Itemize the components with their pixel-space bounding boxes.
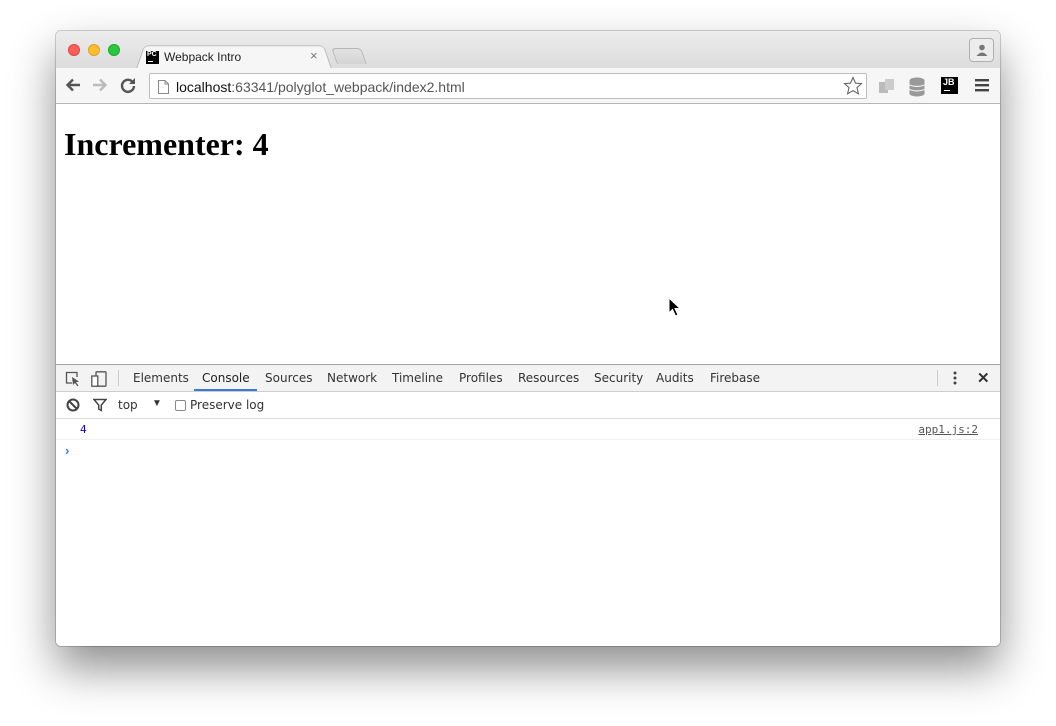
forward-button[interactable]: [91, 76, 111, 96]
arrow-left-icon: [65, 78, 80, 92]
console-message: 4 app1.js:2: [56, 420, 1000, 440]
jetbrains-icon: JB: [941, 77, 958, 94]
clear-console-icon[interactable]: [66, 398, 80, 412]
url-text[interactable]: localhost:63341/polyglot_webpack/index2.…: [176, 79, 465, 95]
preserve-log-checkbox[interactable]: [175, 400, 186, 411]
divider: [937, 370, 938, 386]
tab-security[interactable]: Security: [594, 371, 643, 385]
devtools-panel: Elements Console Sources Network Timelin…: [56, 364, 1000, 646]
active-tab-indicator: [194, 389, 257, 391]
tab-timeline[interactable]: Timeline: [392, 371, 443, 385]
close-window-button[interactable]: [68, 44, 80, 56]
browser-window: PC Webpack Intro × localhost:63341/polyg…: [56, 31, 1000, 646]
browser-tab-content[interactable]: PC Webpack Intro ×: [146, 47, 326, 67]
console-message-value: 4: [80, 423, 87, 436]
mouse-cursor-icon: [668, 297, 682, 317]
page-viewport: Incrementer: 4: [56, 105, 1000, 365]
minimize-window-button[interactable]: [88, 44, 100, 56]
tab-firebase[interactable]: Firebase: [710, 371, 760, 385]
context-selector[interactable]: top: [118, 398, 138, 412]
browser-toolbar: localhost:63341/polyglot_webpack/index2.…: [56, 68, 1000, 104]
copy-icon: [879, 79, 894, 93]
filter-icon[interactable]: [93, 398, 107, 412]
preserve-log-label[interactable]: Preserve log: [190, 398, 264, 412]
address-bar[interactable]: localhost:63341/polyglot_webpack/index2.…: [149, 73, 867, 99]
tab-elements[interactable]: Elements: [133, 371, 189, 385]
extension-copy-button[interactable]: [878, 77, 896, 100]
back-button[interactable]: [64, 76, 84, 96]
arrow-right-icon: [93, 78, 108, 92]
tab-close-icon[interactable]: ×: [310, 48, 318, 63]
context-dropdown-arrow-icon[interactable]: ▼: [152, 398, 162, 409]
zoom-window-button[interactable]: [108, 44, 120, 56]
person-icon: [976, 44, 988, 56]
tab-audits[interactable]: Audits: [656, 371, 694, 385]
profile-button[interactable]: [969, 38, 994, 62]
database-icon: [909, 77, 925, 97]
new-tab-button[interactable]: [331, 48, 367, 64]
console-toolbar: top ▼ Preserve log: [56, 392, 1000, 419]
divider: [118, 370, 119, 386]
extension-jetbrains-button[interactable]: JB: [941, 77, 958, 94]
chrome-menu-button[interactable]: [974, 77, 990, 98]
tab-network[interactable]: Network: [327, 371, 377, 385]
reload-icon: [120, 78, 136, 93]
inspect-element-icon[interactable]: [65, 371, 81, 387]
close-devtools-icon[interactable]: ✕: [977, 369, 990, 387]
tab-sources[interactable]: Sources: [265, 371, 312, 385]
tab-profiles[interactable]: Profiles: [459, 371, 503, 385]
title-bar: PC Webpack Intro ×: [56, 31, 1000, 69]
devtools-tab-bar: Elements Console Sources Network Timelin…: [56, 365, 1000, 392]
reload-button[interactable]: [119, 76, 139, 96]
more-vertical-icon[interactable]: [952, 370, 958, 386]
device-toolbar-icon[interactable]: [91, 371, 107, 387]
tab-console[interactable]: Console: [202, 371, 250, 385]
tab-title: Webpack Intro: [164, 50, 242, 64]
extension-database-button[interactable]: [908, 77, 926, 102]
console-prompt[interactable]: ›: [65, 443, 69, 458]
console-message-source-link[interactable]: app1.js:2: [918, 423, 978, 436]
bookmark-star-icon[interactable]: [843, 76, 863, 96]
tab-resources[interactable]: Resources: [518, 371, 579, 385]
pycharm-favicon-icon: PC: [146, 50, 159, 64]
hamburger-menu-icon: [975, 79, 989, 92]
page-heading: Incrementer: 4: [64, 126, 269, 162]
page-icon: [158, 80, 169, 94]
